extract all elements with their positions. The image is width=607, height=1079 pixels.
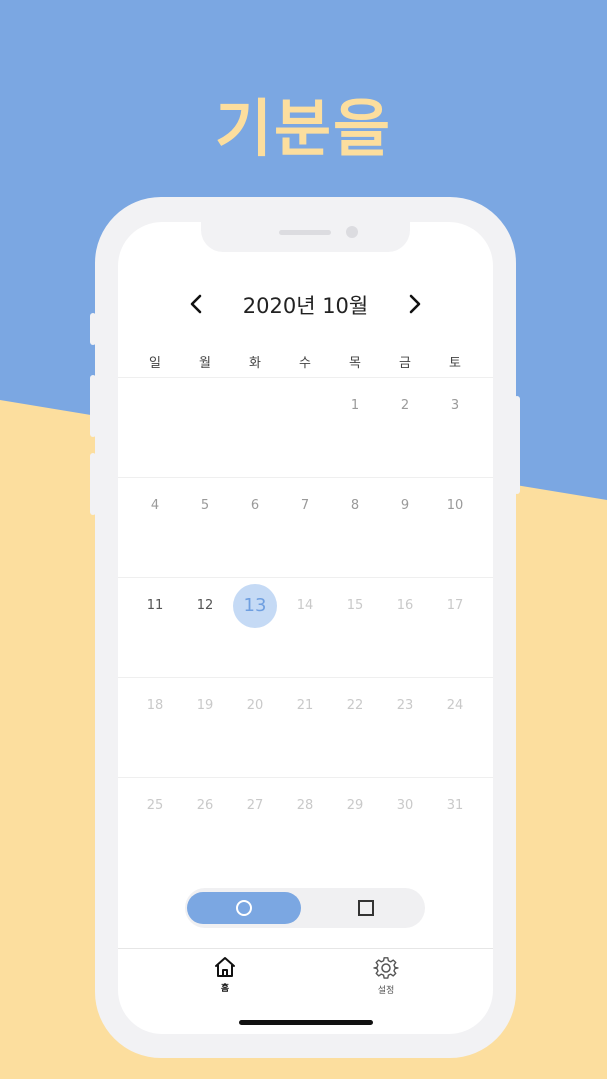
calendar-day[interactable]: 15 — [330, 578, 380, 634]
calendar-day[interactable]: 16 — [380, 578, 430, 634]
phone-volume-up-button — [90, 375, 96, 437]
calendar-day[interactable]: 6 — [230, 478, 280, 534]
weekday-label: 토 — [449, 356, 461, 371]
today-highlight: 13 — [233, 584, 277, 628]
calendar-day[interactable]: 4 — [130, 478, 180, 534]
tab-settings[interactable]: 설정 — [356, 955, 416, 1001]
calendar-day[interactable]: 22 — [330, 678, 380, 734]
weekday-label: 화 — [249, 356, 261, 371]
calendar-day[interactable]: 28 — [280, 778, 330, 834]
calendar-day[interactable]: 27 — [230, 778, 280, 834]
calendar-day[interactable]: 25 — [130, 778, 180, 834]
calendar-empty-cell — [130, 378, 180, 434]
phone-notch — [201, 222, 410, 252]
calendar-day[interactable]: 7 — [280, 478, 330, 534]
calendar-day[interactable]: 18 — [130, 678, 180, 734]
calendar-day[interactable]: 3 — [430, 378, 480, 434]
chevron-right-icon — [409, 294, 421, 314]
calendar-day[interactable]: 2 — [380, 378, 430, 434]
home-indicator — [239, 1020, 373, 1025]
month-header: 2020년 10월 — [118, 288, 493, 320]
calendar-day[interactable]: 1 — [330, 378, 380, 434]
calendar-day[interactable]: 24 — [430, 678, 480, 734]
calendar-day[interactable]: 26 — [180, 778, 230, 834]
next-month-button[interactable] — [399, 288, 431, 320]
calendar-week-row: 123 — [118, 377, 493, 478]
circle-view-option[interactable] — [187, 892, 301, 924]
calendar-day[interactable]: 8 — [330, 478, 380, 534]
calendar-day[interactable]: 9 — [380, 478, 430, 534]
square-view-option[interactable] — [309, 892, 423, 924]
calendar-week-row: 18 19 20 21 22 23 24 — [118, 677, 493, 778]
calendar-day[interactable]: 29 — [330, 778, 380, 834]
front-camera — [346, 226, 358, 238]
calendar-day[interactable]: 23 — [380, 678, 430, 734]
weekday-label: 금 — [399, 356, 411, 371]
phone-power-button — [514, 396, 520, 494]
phone-mute-switch — [90, 313, 96, 345]
weekday-header: 일 월 화 수 목 금 토 — [118, 352, 493, 372]
calendar-day[interactable]: 10 — [430, 478, 480, 534]
calendar-day[interactable]: 5 — [180, 478, 230, 534]
hero-title: 기분을 — [214, 92, 393, 165]
calendar-day[interactable]: 19 — [180, 678, 230, 734]
weekday-label: 수 — [299, 356, 311, 371]
calendar-empty-cell — [180, 378, 230, 434]
calendar-week-row: 4 5 6 7 8 9 10 — [118, 477, 493, 578]
square-icon — [358, 900, 374, 916]
calendar-week-row: 25 26 27 28 29 30 31 — [118, 777, 493, 878]
weekday-label: 월 — [199, 356, 211, 371]
view-toggle — [185, 888, 425, 928]
calendar-day[interactable]: 30 — [380, 778, 430, 834]
calendar-day[interactable]: 14 — [280, 578, 330, 634]
calendar-empty-cell — [280, 378, 330, 434]
tab-home-label: 홈 — [220, 984, 230, 994]
weekday-label: 목 — [349, 356, 361, 371]
weekday-label: 일 — [149, 356, 161, 371]
calendar-day-today[interactable]: 13 — [230, 578, 280, 634]
phone-volume-down-button — [90, 453, 96, 515]
gear-icon — [373, 957, 399, 979]
calendar-empty-cell — [230, 378, 280, 434]
tab-settings-label: 설정 — [377, 986, 395, 996]
calendar-day[interactable]: 11 — [130, 578, 180, 634]
calendar-week-row: 11 12 13 14 15 16 17 — [118, 577, 493, 678]
tab-bar: 홈 설정 — [118, 948, 493, 1009]
month-title: 2020년 10월 — [242, 294, 369, 318]
calendar-day[interactable]: 21 — [280, 678, 330, 734]
calendar-day[interactable]: 31 — [430, 778, 480, 834]
phone-screen: 2020년 10월 일 월 화 수 목 금 토 1 2 3 4 5 6 7 8 9 10 11 12 1… — [118, 222, 493, 1034]
calendar-day[interactable]: 12 — [180, 578, 230, 634]
calendar-day[interactable]: 17 — [430, 578, 480, 634]
tab-home[interactable]: 홈 — [195, 955, 255, 1001]
home-icon — [215, 957, 235, 977]
speaker-grille — [279, 230, 331, 235]
circle-icon — [236, 900, 252, 916]
calendar-day[interactable]: 20 — [230, 678, 280, 734]
